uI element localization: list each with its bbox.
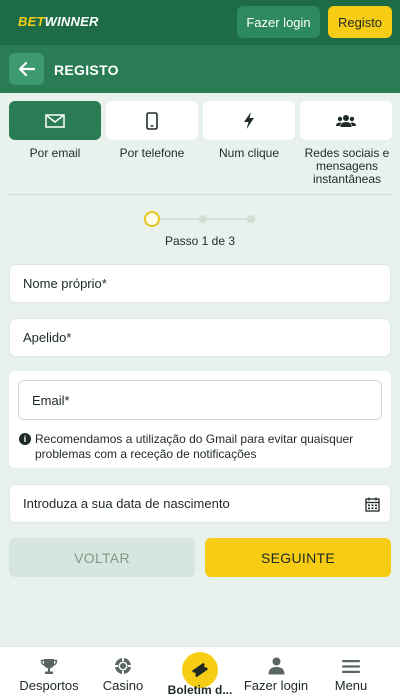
tab-one-click-label: Num clique (218, 146, 280, 160)
page-title: REGISTO (54, 62, 119, 78)
nav-menu-label: Menu (334, 678, 368, 693)
arrow-left-icon (18, 62, 35, 76)
logo-winner-text: WINNER (44, 14, 99, 29)
last-name-input[interactable]: Apelido* (9, 318, 391, 357)
email-section: Email* i Recomendamos a utilização do Gm… (9, 371, 391, 468)
birthdate-input[interactable]: Introduza a sua data de nascimento (9, 484, 391, 523)
nav-menu[interactable]: Menu (318, 647, 384, 700)
step-indicator (143, 210, 258, 228)
envelope-icon (45, 113, 65, 128)
casino-chip-icon (115, 658, 131, 674)
user-icon (268, 657, 284, 675)
step-counter-text: Passo 1 de 3 (164, 234, 236, 248)
page-titlebar: REGISTO (0, 45, 400, 93)
next-button[interactable]: SEGUINTE (205, 538, 391, 577)
back-arrow-button[interactable] (9, 53, 44, 85)
calendar-icon[interactable] (365, 497, 380, 512)
hamburger-icon (342, 659, 360, 673)
login-button[interactable]: Fazer login (237, 6, 320, 38)
tab-social-label: Redes sociais e mensagens instantâneas (304, 146, 390, 186)
email-input[interactable]: Email* (18, 380, 382, 420)
email-hint-text: Recomendamos a utilização do Gmail para … (35, 432, 354, 461)
step-dot-current (144, 211, 160, 227)
email-hint: i Recomendamos a utilização do Gmail par… (19, 432, 381, 462)
brand-logo[interactable]: BETWINNER (18, 14, 99, 29)
nav-betslip[interactable]: Boletim d... (160, 647, 240, 700)
nav-sports[interactable]: Desportos (10, 647, 88, 700)
tab-phone[interactable] (106, 101, 198, 140)
tab-phone-label: Por telefone (119, 146, 185, 160)
top-header: BETWINNER Fazer login Registo (0, 0, 400, 45)
step-dot-2 (199, 215, 207, 223)
tab-social[interactable] (300, 101, 392, 140)
nav-casino[interactable]: Casino (88, 647, 158, 700)
users-icon (336, 114, 356, 127)
phone-icon (146, 111, 158, 130)
nav-login[interactable]: Fazer login (240, 647, 312, 700)
logo-bet-text: BET (18, 14, 45, 29)
ticket-icon (191, 662, 209, 678)
tab-email-label: Por email (29, 146, 81, 160)
step-dot-3 (247, 215, 255, 223)
trophy-icon (40, 658, 58, 674)
register-button[interactable]: Registo (328, 6, 392, 38)
first-name-input[interactable]: Nome próprio* (9, 264, 391, 303)
registration-method-tabs (9, 101, 392, 141)
bottom-navigation: Desportos Casino Boletim d... Fazer logi… (0, 646, 400, 700)
nav-casino-label: Casino (102, 678, 144, 693)
nav-sports-label: Desportos (19, 678, 79, 693)
tab-email[interactable] (9, 101, 101, 140)
lightning-icon (244, 112, 254, 129)
nav-login-label: Fazer login (243, 678, 309, 693)
birthdate-placeholder: Introduza a sua data de nascimento (23, 496, 230, 511)
back-button[interactable]: VOLTAR (9, 538, 195, 577)
tab-one-click[interactable] (203, 101, 295, 140)
info-icon: i (19, 433, 31, 445)
section-divider (9, 194, 392, 195)
nav-betslip-label: Boletim d... (167, 683, 233, 697)
